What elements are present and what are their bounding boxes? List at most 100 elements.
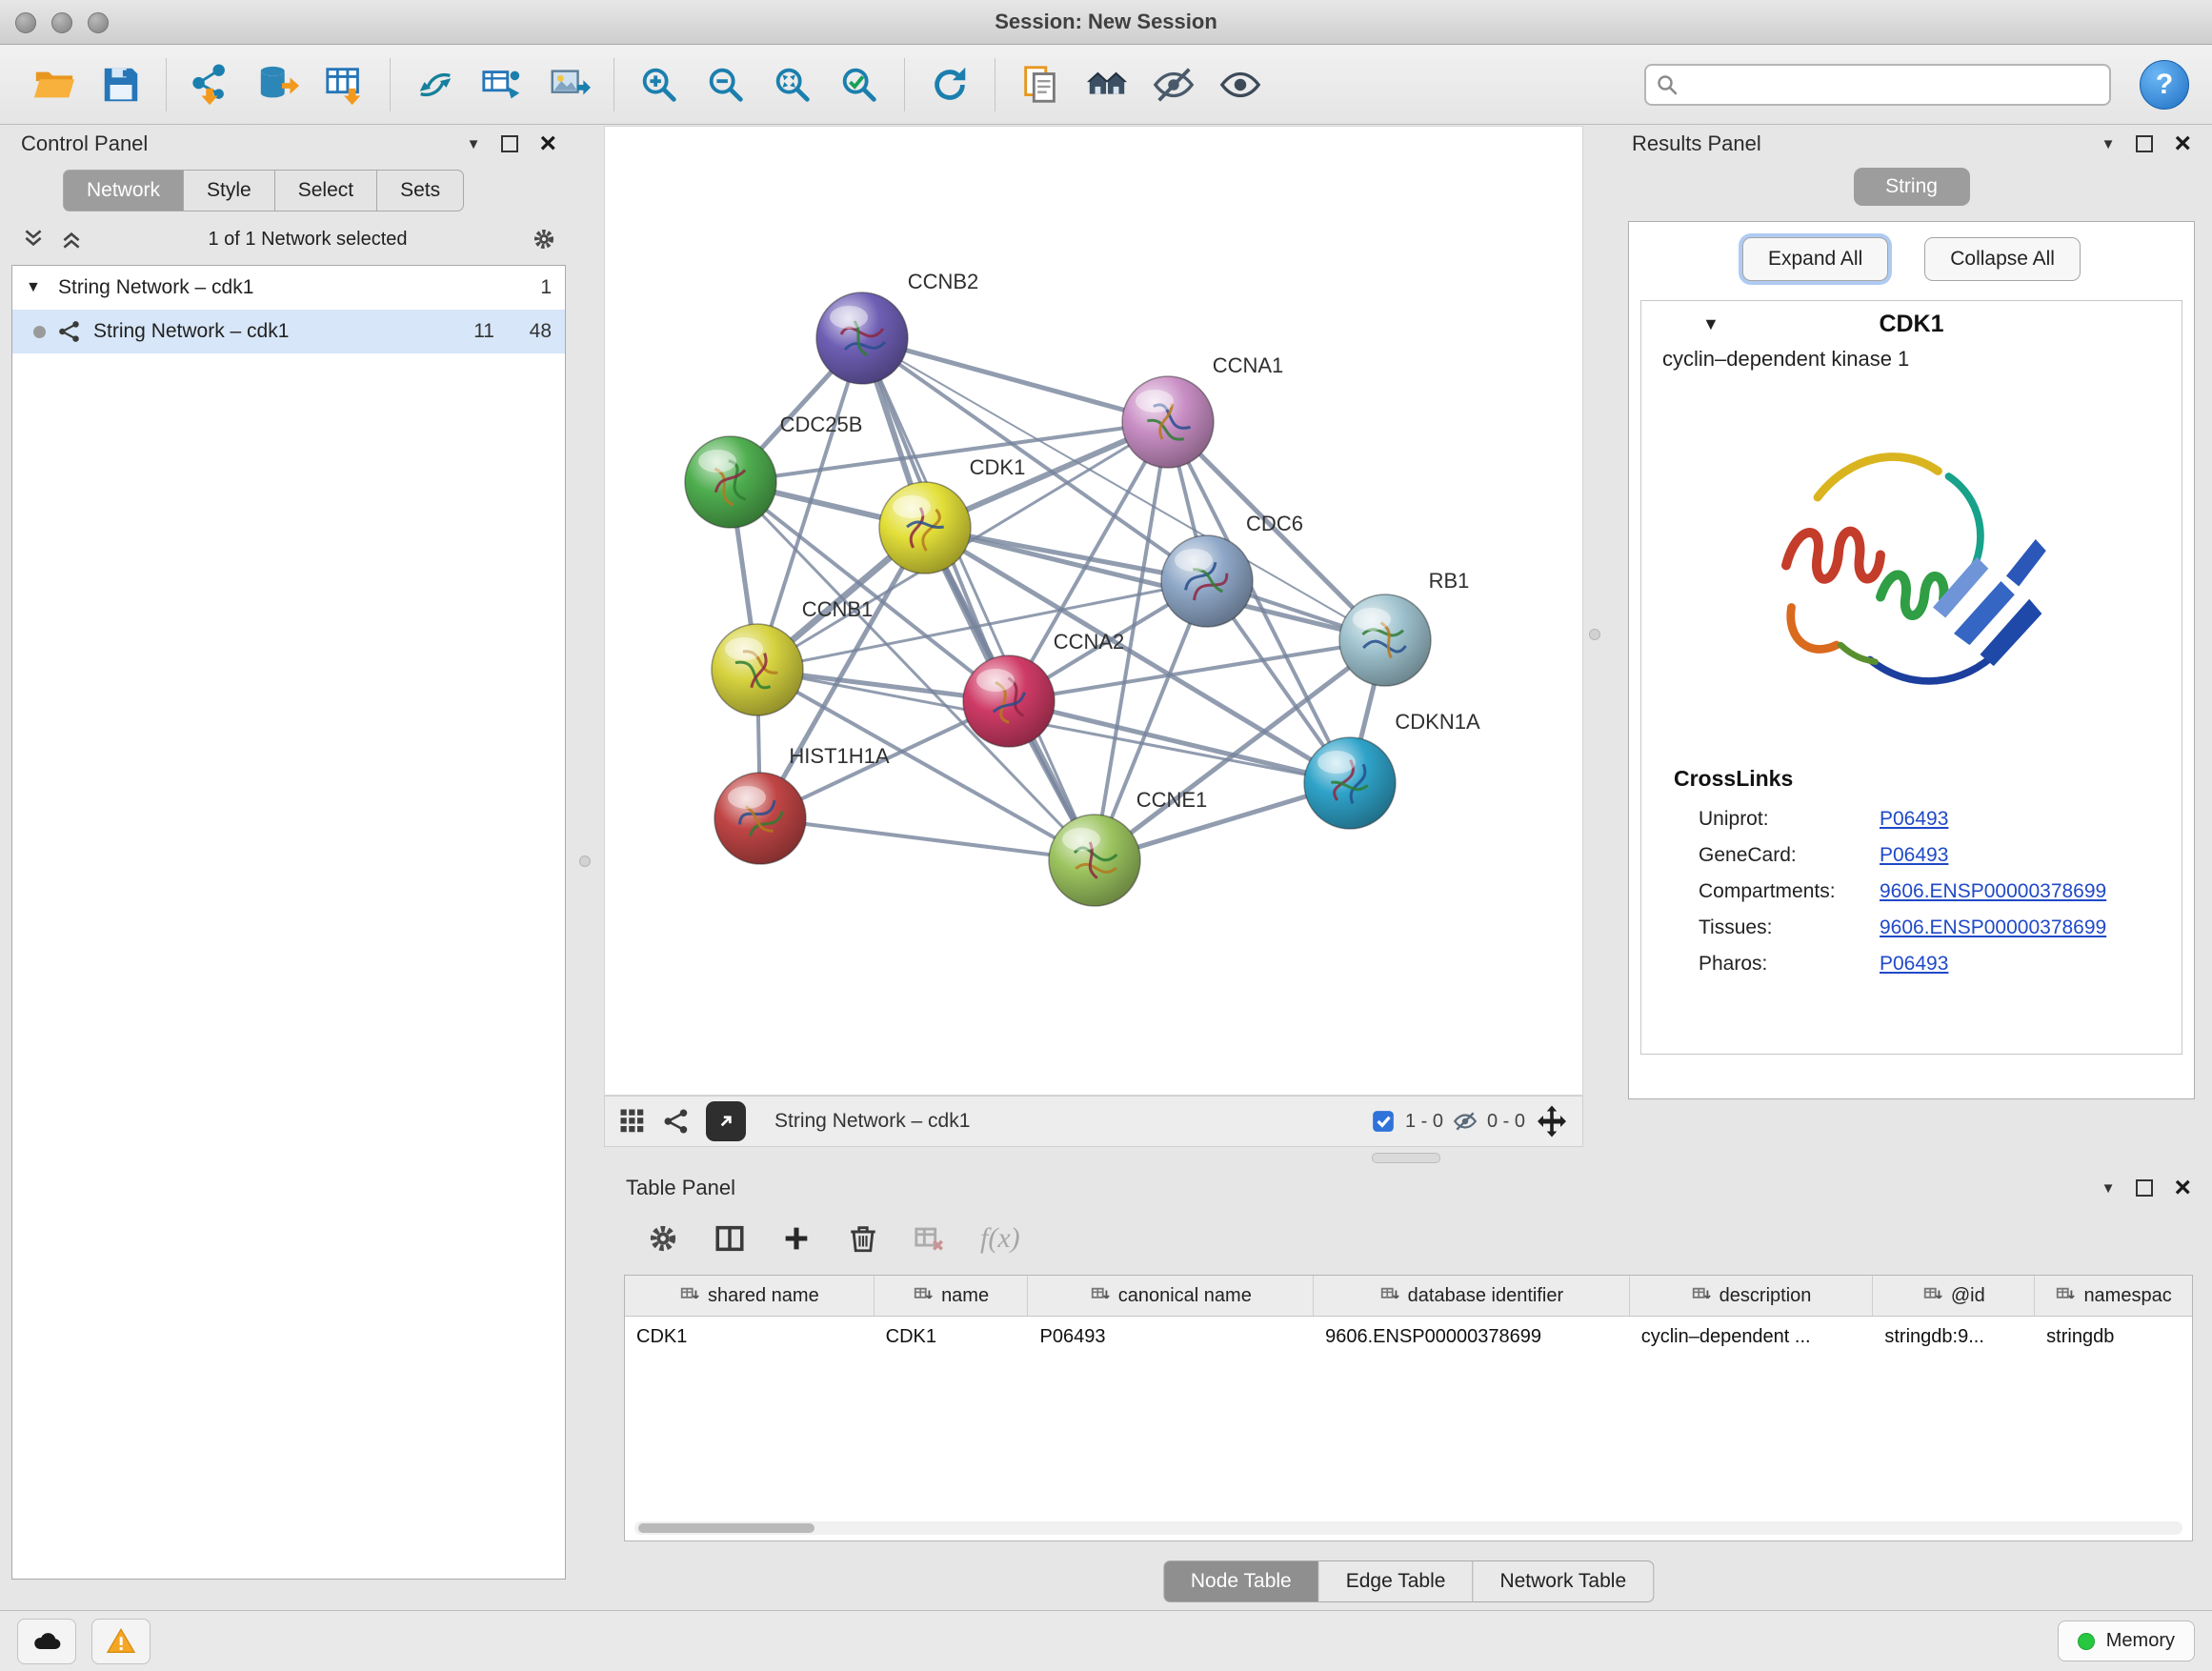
- warnings-button[interactable]: [91, 1619, 151, 1664]
- right-splitter-grip[interactable]: [1589, 629, 1600, 640]
- column-header-canonical-name[interactable]: canonical name: [1028, 1276, 1314, 1316]
- horizontal-scrollbar[interactable]: [634, 1521, 2182, 1535]
- close-panel-icon[interactable]: ×: [539, 130, 556, 158]
- network-edge-HIST1H1A-CCNE1[interactable]: [760, 818, 1095, 860]
- float-panel-icon[interactable]: [501, 135, 518, 152]
- gear-icon[interactable]: [532, 227, 556, 252]
- network-collection-row[interactable]: ▼ String Network – cdk1 1: [12, 266, 565, 310]
- column-header-name[interactable]: name: [875, 1276, 1029, 1316]
- delete-column-icon[interactable]: [847, 1222, 879, 1255]
- hide-selected-button[interactable]: [1142, 53, 1205, 116]
- tab-edge-table[interactable]: Edge Table: [1319, 1560, 1474, 1602]
- node-label-CCNA1: CCNA1: [1213, 353, 1284, 377]
- float-panel-icon[interactable]: [2136, 135, 2153, 152]
- network-node-CDKN1A[interactable]: CDKN1A: [1304, 710, 1480, 829]
- annotations-button[interactable]: [1009, 53, 1072, 116]
- tab-select[interactable]: Select: [275, 170, 377, 211]
- tab-string[interactable]: String: [1854, 168, 1970, 206]
- control-panel-header: Control Panel ▼ ×: [11, 126, 566, 162]
- expand-all-icon[interactable]: [59, 227, 84, 252]
- tab-style[interactable]: Style: [184, 170, 275, 211]
- network-node-CDC6[interactable]: CDC6: [1161, 512, 1303, 627]
- pan-move-icon[interactable]: [1535, 1104, 1569, 1138]
- tab-network-table[interactable]: Network Table: [1473, 1560, 1654, 1602]
- select-columns-icon[interactable]: [714, 1222, 746, 1255]
- zoom-fit-button[interactable]: [761, 53, 824, 116]
- apply-style-button[interactable]: [918, 53, 981, 116]
- selected-checkbox-icon[interactable]: [1371, 1109, 1396, 1134]
- eye-slash-icon: [1152, 63, 1196, 107]
- network-node-CCNB2[interactable]: CCNB2: [816, 270, 978, 384]
- network-canvas[interactable]: CCNB2CCNA1CDC25BCDK1CDC6RB1CCNB1CCNA2CDK…: [604, 126, 1583, 1096]
- zoom-in-button[interactable]: [628, 53, 691, 116]
- column-header-id[interactable]: @id: [1873, 1276, 2035, 1316]
- column-header-database-identifier[interactable]: database identifier: [1314, 1276, 1630, 1316]
- hidden-eye-slash-icon[interactable]: [1453, 1109, 1478, 1134]
- zoom-selected-button[interactable]: [828, 53, 891, 116]
- open-session-button[interactable]: [23, 53, 86, 116]
- expand-all-button[interactable]: Expand All: [1742, 237, 1888, 281]
- panel-menu-icon[interactable]: ▼: [2101, 1180, 2116, 1197]
- cloud-button[interactable]: [17, 1619, 76, 1664]
- table-row[interactable]: CDK1 CDK1 P06493 9606.ENSP00000378699 cy…: [625, 1317, 2192, 1357]
- import-network-file-button[interactable]: [180, 53, 243, 116]
- crosslink-link[interactable]: P06493: [1880, 953, 1948, 976]
- search-field-wrap: [1644, 64, 2111, 106]
- table-header-row: shared name name canonical name database…: [625, 1276, 2192, 1317]
- bottom-splitter-grip[interactable]: [1372, 1153, 1440, 1163]
- left-splitter-grip[interactable]: [579, 856, 591, 867]
- tab-sets[interactable]: Sets: [377, 170, 464, 211]
- network-node-HIST1H1A[interactable]: HIST1H1A: [714, 744, 890, 864]
- memory-button[interactable]: Memory: [2058, 1621, 2195, 1661]
- detach-view-button[interactable]: [706, 1101, 746, 1141]
- column-header-shared-name[interactable]: shared name: [625, 1276, 875, 1316]
- crosslink-link[interactable]: 9606.ENSP00000378699: [1880, 916, 2106, 939]
- network-edge-CCNB2-CCNA1[interactable]: [862, 338, 1168, 422]
- panel-menu-icon[interactable]: ▼: [2101, 136, 2116, 152]
- crosslink-link[interactable]: 9606.ENSP00000378699: [1880, 880, 2106, 903]
- add-column-icon[interactable]: [780, 1222, 813, 1255]
- column-header-description[interactable]: description: [1630, 1276, 1874, 1316]
- show-all-button[interactable]: [1209, 53, 1272, 116]
- protein-section-expander-icon[interactable]: ▼: [1702, 314, 1719, 334]
- network-row[interactable]: String Network – cdk1 11 48: [12, 310, 565, 353]
- float-panel-icon[interactable]: [2136, 1179, 2153, 1197]
- network-node-CCNE1[interactable]: CCNE1: [1049, 788, 1207, 906]
- panel-menu-icon[interactable]: ▼: [467, 136, 481, 152]
- crosslink-link[interactable]: P06493: [1880, 844, 1948, 867]
- string-network-graph[interactable]: CCNB2CCNA1CDC25BCDK1CDC6RB1CCNB1CCNA2CDK…: [605, 127, 1582, 1095]
- tab-network[interactable]: Network: [63, 170, 184, 211]
- collection-expander-icon[interactable]: ▼: [26, 279, 47, 296]
- table-panel: Table Panel ▼ × f(x) shared name name ca…: [616, 1170, 2201, 1606]
- save-session-button[interactable]: [90, 53, 152, 116]
- node-label-CDC25B: CDC25B: [780, 413, 863, 436]
- crosslink-label: Compartments:: [1699, 880, 1880, 903]
- search-input[interactable]: [1644, 64, 2111, 106]
- network-share-icon[interactable]: [662, 1107, 691, 1136]
- zoom-out-button[interactable]: [694, 53, 757, 116]
- column-label: namespac: [2083, 1285, 2171, 1307]
- network-node-CCNB1[interactable]: CCNB1: [712, 597, 873, 715]
- export-image-button[interactable]: [537, 53, 600, 116]
- table-gear-icon[interactable]: [647, 1222, 679, 1255]
- collapse-all-icon[interactable]: [21, 227, 46, 252]
- column-header-namespace[interactable]: namespac: [2035, 1276, 2192, 1316]
- network-node-RB1[interactable]: RB1: [1339, 569, 1469, 686]
- network-from-table-button[interactable]: [471, 53, 533, 116]
- scrollbar-thumb[interactable]: [638, 1523, 814, 1533]
- network-overview-button[interactable]: [1076, 53, 1138, 116]
- birds-eye-view-icon[interactable]: [618, 1107, 647, 1136]
- help-button[interactable]: ?: [2140, 60, 2189, 110]
- network-node-CCNA1[interactable]: CCNA1: [1122, 353, 1283, 468]
- clone-network-button[interactable]: [404, 53, 467, 116]
- close-panel-icon[interactable]: ×: [2174, 130, 2191, 158]
- import-network-database-button[interactable]: [247, 53, 310, 116]
- import-table-button[interactable]: [313, 53, 376, 116]
- network-edge-CCNB2-CCNE1[interactable]: [862, 338, 1095, 860]
- network-node-CDK1[interactable]: CDK1: [879, 455, 1025, 574]
- tab-node-table[interactable]: Node Table: [1163, 1560, 1319, 1602]
- crosslink-link[interactable]: P06493: [1880, 808, 1948, 831]
- network-node-CDC25B[interactable]: CDC25B: [685, 413, 862, 528]
- collapse-all-button[interactable]: Collapse All: [1924, 237, 2081, 281]
- close-panel-icon[interactable]: ×: [2174, 1174, 2191, 1202]
